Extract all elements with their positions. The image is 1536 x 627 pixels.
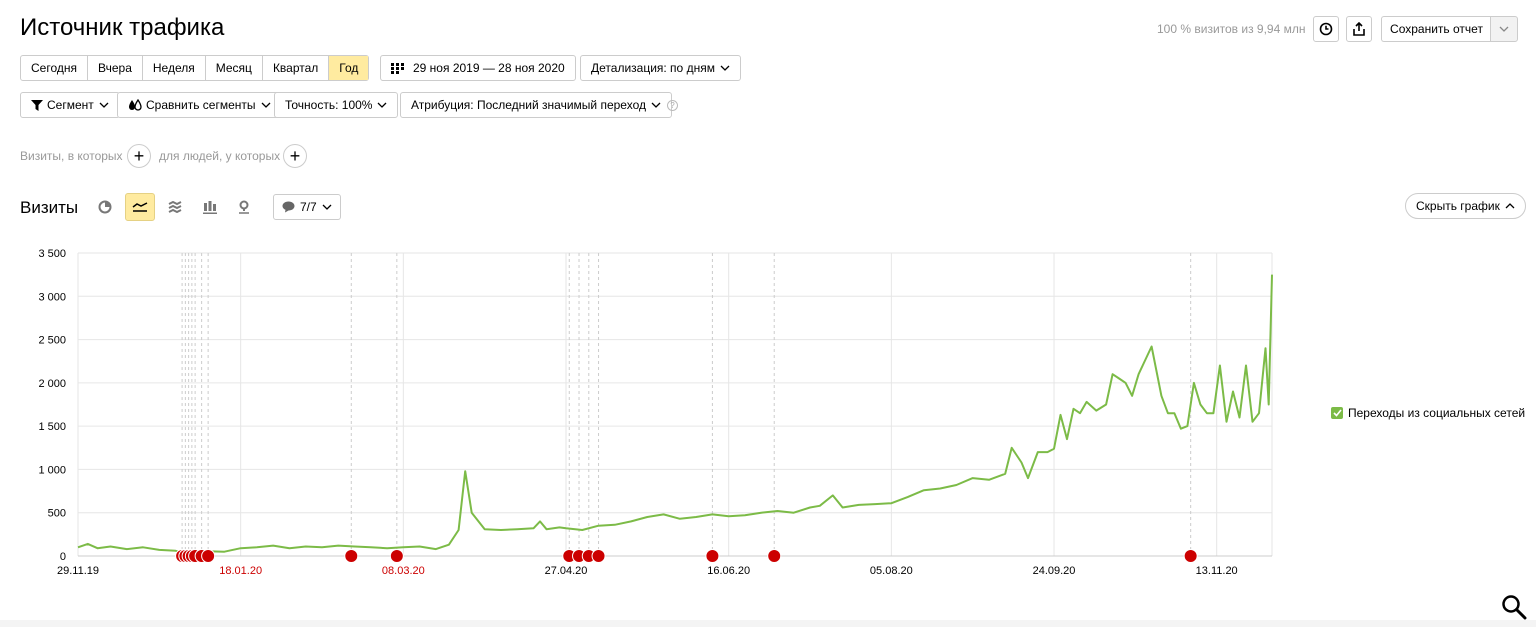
map-pin-icon [239,200,249,214]
area-chart-button[interactable] [160,193,190,221]
calendar-icon [391,62,404,74]
chevron-up-icon [1505,203,1515,209]
legend-item-social[interactable]: Переходы из социальных сетей [1331,406,1525,420]
accuracy-label: Точность: 100% [285,98,373,112]
series-line-social [77,274,1273,555]
x-tick-label: 29.11.19 [57,565,99,577]
y-tick-label: 0 [60,551,66,563]
pie-chart-button[interactable] [90,193,120,221]
annotation-marker-icon[interactable] [705,549,720,563]
y-tick-label: 2 500 [38,335,66,347]
visits-condition-label: Визиты, в которых [20,149,123,163]
filter-icon [31,99,43,111]
annotations-count: 7/7 [300,200,317,214]
annotation-marker-icon[interactable] [591,549,606,563]
date-range-picker[interactable]: 29 ноя 2019 — 28 ноя 2020 [380,55,576,81]
comment-icon [282,201,295,213]
save-report-button[interactable]: Сохранить отчет [1381,16,1491,42]
share-icon [1353,22,1365,36]
bar-chart-button[interactable] [195,193,225,221]
save-report-dropdown[interactable] [1490,16,1518,42]
x-tick-label: 16.06.20 [707,565,750,577]
y-tick-label: 2 000 [38,378,66,390]
attribution-label: Атрибуция: Последний значимый переход [411,98,646,112]
chevron-down-icon [99,102,109,108]
x-tick-label: 13.11.20 [1196,565,1238,577]
map-button[interactable] [229,193,259,221]
line-chart-icon [132,202,148,212]
detail-label: Детализация: по дням [591,61,715,75]
visits-sample-info: 100 % визитов из 9,94 млн [1157,22,1306,36]
period-option-4[interactable]: Квартал [263,56,330,80]
plus-icon: + [133,145,145,166]
line-chart-button[interactable] [125,193,155,221]
period-selector: Сегодня Вчера Неделя Месяц Квартал Год [20,55,370,81]
x-tick-label: 27.04.20 [545,565,588,577]
x-tick-label: 18.01.20 [219,565,262,577]
detail-dropdown[interactable]: Детализация: по дням [580,55,741,81]
y-tick-label: 3 000 [38,291,66,303]
annotation-marker-icon[interactable] [767,549,782,563]
chevron-down-icon [261,102,270,108]
checkbox-checked-icon[interactable] [1331,407,1343,419]
clock-icon [1319,22,1333,36]
x-tick-label: 08.03.20 [382,565,425,577]
page-bottom-strip [0,620,1536,627]
people-condition-label: для людей, у которых [159,149,281,163]
x-tick-label: 24.09.20 [1033,565,1076,577]
y-tick-label: 1 500 [38,421,66,433]
export-button[interactable] [1346,16,1372,42]
compare-segments-button[interactable]: Сравнить сегменты [117,92,282,118]
segment-label: Сегмент [47,98,94,112]
period-option-0[interactable]: Сегодня [21,56,88,80]
compare-drops-icon [129,99,142,111]
add-people-condition-button[interactable]: + [283,144,307,168]
page-title: Источник трафика [20,14,225,41]
annotation-marker-icon[interactable] [389,549,404,563]
chevron-down-icon [322,204,332,210]
hide-chart-button[interactable]: Скрыть график [1405,193,1526,219]
period-option-3[interactable]: Месяц [206,56,263,80]
period-option-2[interactable]: Неделя [143,56,206,80]
search-icon [1502,595,1527,620]
annotation-marker-icon[interactable] [1183,549,1198,563]
annotation-marker-icon[interactable] [201,549,216,563]
segment-button[interactable]: Сегмент [20,92,120,118]
legend-label: Переходы из социальных сетей [1348,406,1526,420]
annotation-marker-icon[interactable] [344,549,359,563]
accuracy-dropdown[interactable]: Точность: 100% [274,92,399,118]
hide-chart-label: Скрыть график [1416,199,1500,213]
stacked-area-icon [168,201,182,213]
period-option-5[interactable]: Год [329,56,369,80]
annotations-dropdown[interactable]: 7/7 [273,194,341,220]
attribution-dropdown[interactable]: Атрибуция: Последний значимый переход [400,92,672,118]
attribution-help-icon[interactable]: ? [667,100,678,111]
chevron-down-icon [720,65,730,71]
y-tick-label: 500 [48,508,66,520]
period-option-1[interactable]: Вчера [88,56,143,80]
visits-line-chart: 0 500 1 000 1 500 2 000 2 500 3 000 3 500 29.11.… [38,248,1273,577]
chevron-down-icon [651,102,661,108]
y-tick-label: 3 500 [38,248,66,260]
x-tick-label: 05.08.20 [870,565,913,577]
y-tick-label: 1 000 [38,464,66,476]
history-button[interactable] [1313,16,1339,42]
plus-icon: + [289,145,301,166]
chart-section-title: Визиты [20,198,79,217]
add-visit-condition-button[interactable]: + [127,144,151,168]
chevron-down-icon [378,102,387,108]
compare-segments-label: Сравнить сегменты [146,98,256,112]
chevron-down-icon [1499,26,1509,32]
date-range-label: 29 ноя 2019 — 28 ноя 2020 [413,61,565,75]
pie-chart-icon [98,200,112,214]
bar-chart-icon [203,200,217,214]
